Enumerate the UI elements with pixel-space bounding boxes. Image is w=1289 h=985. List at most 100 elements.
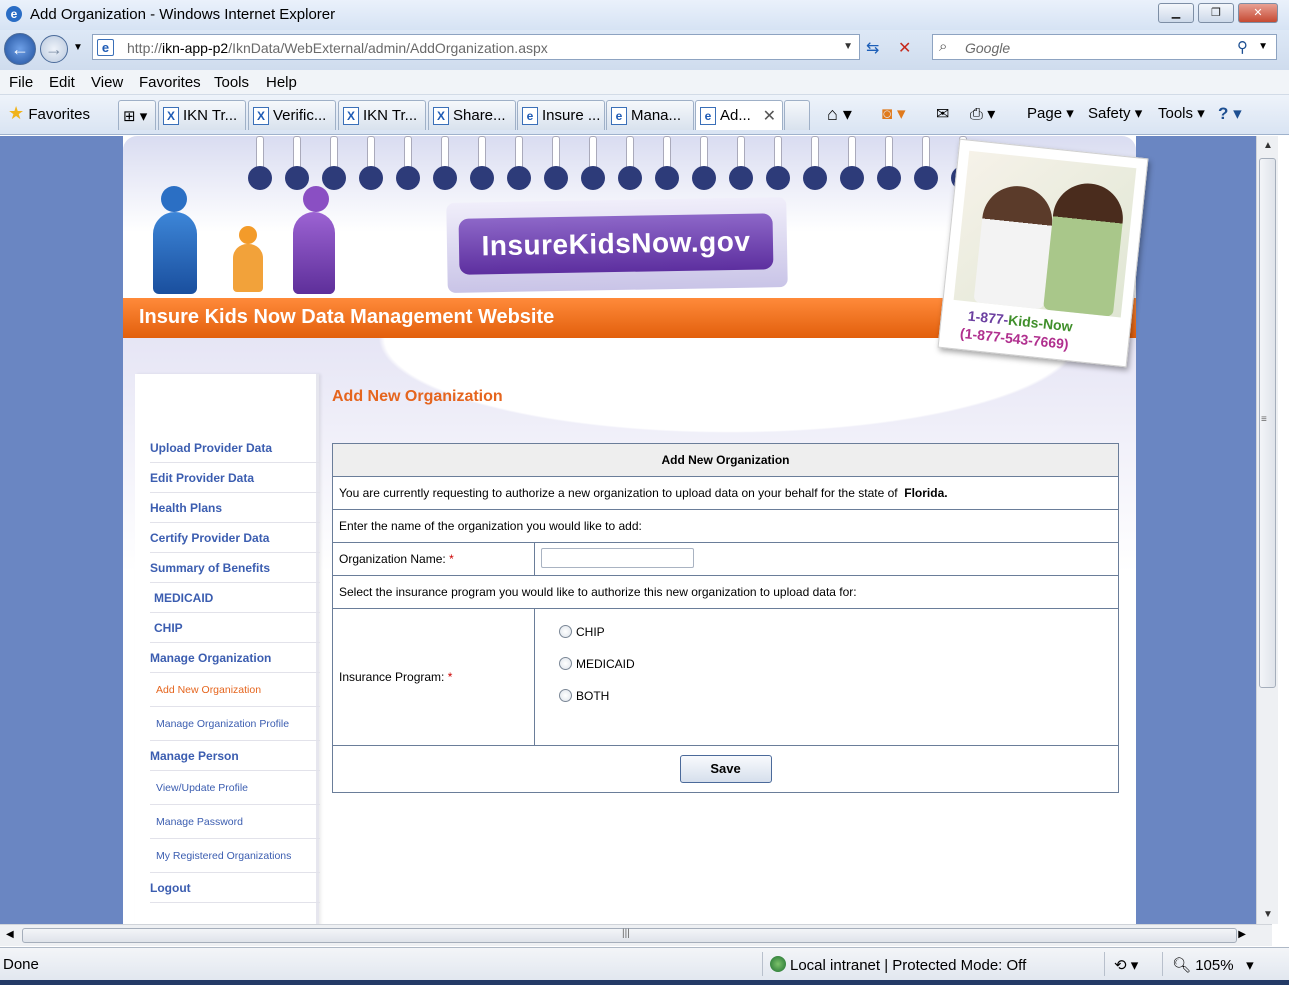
status-text: Done: [3, 956, 39, 973]
horizontal-scrollbar[interactable]: ◀ ||| ▶: [0, 924, 1272, 946]
search-dropdown-icon[interactable]: ▼: [1258, 41, 1268, 52]
ie-icon: e: [522, 107, 538, 125]
stop-icon[interactable]: ✕: [898, 38, 911, 58]
security-zone[interactable]: Local intranet | Protected Mode: Off: [770, 956, 1026, 974]
popup-blocker-icon[interactable]: ⟲ ▾: [1114, 956, 1138, 974]
sidebar-item-summary-of-benefits[interactable]: Summary of Benefits: [150, 553, 320, 583]
insurance-program-label: Insurance Program:: [339, 670, 445, 684]
minimize-button[interactable]: ▁: [1158, 3, 1194, 23]
name-prompt: Enter the name of the organization you w…: [332, 509, 1119, 543]
scroll-up-icon[interactable]: ▲: [1263, 140, 1273, 151]
intro-text: You are currently requesting to authoriz…: [339, 486, 898, 500]
menu-help[interactable]: Help: [266, 74, 297, 91]
quick-tabs-button[interactable]: ⊞ ▾: [118, 100, 156, 130]
safety-menu[interactable]: Safety ▾: [1088, 104, 1142, 122]
tab-2[interactable]: X Verific...: [248, 100, 336, 130]
search-provider-icon: ⌕: [939, 38, 948, 55]
page-icon: e: [97, 39, 114, 56]
ikn-icon: X: [253, 107, 269, 125]
maximize-button[interactable]: ❐: [1198, 3, 1234, 23]
print-icon[interactable]: ⎙ ▾: [970, 104, 995, 124]
page-title: Add New Organization: [332, 388, 503, 405]
window-title: Add Organization - Windows Internet Expl…: [30, 6, 336, 23]
star-icon: ★: [8, 103, 25, 123]
tools-menu[interactable]: Tools ▾: [1158, 104, 1205, 122]
ie-app-icon: e: [6, 6, 22, 22]
option-both[interactable]: BOTH: [541, 681, 1112, 713]
sidebar-item-edit-provider-data[interactable]: Edit Provider Data: [150, 463, 320, 493]
sidebar-item-logout[interactable]: Logout: [150, 873, 320, 903]
help-icon[interactable]: ? ▾: [1218, 104, 1242, 124]
vertical-scrollbar[interactable]: ▲ ≡ ▼: [1256, 136, 1278, 924]
tab-1[interactable]: X IKN Tr...: [158, 100, 246, 130]
tab-active[interactable]: e Ad... ✕: [695, 100, 783, 130]
option-chip[interactable]: CHIP: [541, 617, 1112, 649]
tab-5[interactable]: e Insure ...: [517, 100, 605, 130]
search-icon[interactable]: ⚲: [1237, 38, 1248, 56]
forward-button[interactable]: →: [40, 35, 68, 63]
tab-6[interactable]: e Mana...: [606, 100, 694, 130]
required-mark: *: [449, 552, 454, 566]
address-dropdown-icon[interactable]: ▼: [843, 41, 853, 52]
favorites-button[interactable]: ★ Favorites: [8, 103, 90, 124]
address-bar[interactable]: e http://ikn-app-p2/IknData/WebExternal/…: [92, 34, 860, 60]
page-menu[interactable]: Page ▾: [1027, 104, 1074, 122]
history-dropdown-icon[interactable]: ▼: [73, 42, 83, 53]
scroll-down-icon[interactable]: ▼: [1263, 909, 1273, 920]
tab-4[interactable]: X Share...: [428, 100, 516, 130]
ie-icon: e: [611, 107, 627, 125]
search-placeholder: Google: [965, 40, 1011, 56]
required-mark: *: [447, 670, 453, 684]
sidebar-item-medicaid[interactable]: MEDICAID: [150, 583, 320, 613]
back-button[interactable]: ←: [4, 33, 36, 65]
ikn-icon: X: [163, 107, 179, 125]
address-toolbar: ← → ▼ e http://ikn-app-p2/IknData/WebExt…: [0, 30, 1289, 70]
form-heading: Add New Organization: [332, 443, 1119, 477]
menu-tools[interactable]: Tools: [214, 74, 249, 91]
menu-file[interactable]: File: [9, 74, 33, 91]
option-medicaid[interactable]: MEDICAID: [541, 649, 1112, 681]
scroll-grip-icon: ≡: [1261, 414, 1267, 425]
menu-favorites[interactable]: Favorites: [139, 74, 201, 91]
sidebar-item-add-new-organization[interactable]: Add New Organization: [150, 673, 320, 707]
mail-icon[interactable]: ✉: [936, 104, 949, 124]
ie-icon: e: [700, 107, 716, 125]
sidebar-item-upload-provider-data[interactable]: Upload Provider Data: [150, 433, 320, 463]
sidebar-item-chip[interactable]: CHIP: [150, 613, 320, 643]
program-prompt: Select the insurance program you would l…: [332, 575, 1119, 609]
favorites-tab-bar: ★ Favorites ⊞ ▾ X IKN Tr... X Verific... X…: [0, 95, 1289, 135]
save-row: Save: [332, 745, 1119, 793]
sidebar-item-my-registered-organizations[interactable]: My Registered Organizations: [150, 839, 320, 873]
sidebar-item-manage-organization[interactable]: Manage Organization: [150, 643, 320, 673]
zoom-level[interactable]: 🔍︎ 105% ▾: [1172, 956, 1254, 974]
sidebar-item-certify-provider-data[interactable]: Certify Provider Data: [150, 523, 320, 553]
radio-chip[interactable]: [559, 625, 572, 638]
scroll-right-icon[interactable]: ▶: [1238, 929, 1246, 940]
close-tab-icon[interactable]: ✕: [763, 106, 776, 126]
menu-edit[interactable]: Edit: [49, 74, 75, 91]
save-button[interactable]: Save: [679, 755, 772, 783]
program-label-cell: Insurance Program: *: [332, 608, 535, 746]
refresh-icon[interactable]: ⇆: [866, 38, 879, 58]
close-button[interactable]: ✕: [1238, 3, 1278, 23]
sidebar-item-manage-password[interactable]: Manage Password: [150, 805, 320, 839]
tab-3[interactable]: X IKN Tr...: [338, 100, 426, 130]
program-options-cell: CHIP MEDICAID BOTH: [534, 608, 1119, 746]
new-tab-button[interactable]: [784, 100, 810, 130]
sidebar-item-manage-organization-profile[interactable]: Manage Organization Profile: [150, 707, 320, 741]
sidebar-item-health-plans[interactable]: Health Plans: [150, 493, 320, 523]
hscroll-grip-icon: |||: [622, 928, 630, 939]
menu-view[interactable]: View: [91, 74, 123, 91]
site-page: InsureKidsNow.gov Insure Kids Now Data M…: [123, 136, 1149, 924]
insurekidsnow-logo: InsureKidsNow.gov: [446, 197, 788, 293]
radio-both[interactable]: [559, 689, 572, 702]
kids-photo: 1-877-Kids-Now (1-877-543-7669): [937, 138, 1149, 368]
home-icon[interactable]: ⌂ ▾: [827, 104, 852, 125]
scroll-left-icon[interactable]: ◀: [6, 929, 14, 940]
organization-name-input[interactable]: [541, 547, 694, 568]
search-box[interactable]: ⌕ Google ⚲ ▼: [932, 34, 1277, 60]
sidebar-item-view-update-profile[interactable]: View/Update Profile: [150, 771, 320, 805]
radio-medicaid[interactable]: [559, 657, 572, 670]
feeds-icon[interactable]: ◙ ▾: [882, 104, 906, 124]
sidebar-item-manage-person[interactable]: Manage Person: [150, 741, 320, 771]
